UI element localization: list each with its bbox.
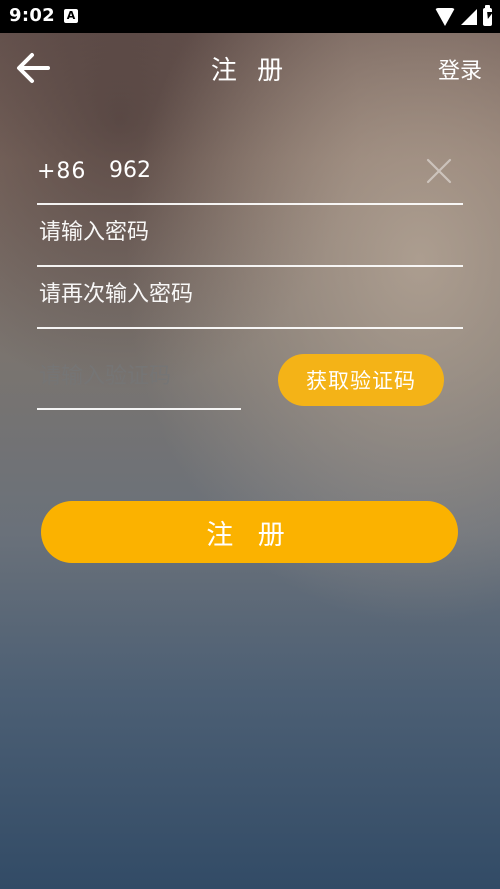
verification-code-input[interactable] [39,364,239,389]
back-button[interactable] [12,46,56,90]
login-link[interactable]: 登录 [438,53,482,85]
password-input[interactable] [39,220,439,245]
register-button[interactable]: 注 册 [41,501,458,563]
notification-a-icon: A [64,9,78,23]
password-field [37,205,463,267]
signal-icon [461,9,477,25]
arrow-left-icon [17,53,50,83]
confirm-password-input[interactable] [39,282,439,307]
page-title: 注 册 [210,56,290,86]
status-time: 9:02 [9,5,55,26]
phone-field: +86 [37,143,463,205]
status-bar: 9:02 A [0,0,500,33]
verification-code-field [37,350,241,410]
confirm-password-field [37,267,463,329]
clear-button[interactable] [425,157,453,185]
battery-icon [483,5,492,26]
phone-input[interactable] [109,158,409,183]
get-code-button[interactable]: 获取验证码 [278,354,444,406]
wifi-icon [435,8,455,26]
close-icon [426,158,452,184]
country-code[interactable]: +86 [37,159,86,184]
status-icons [435,5,492,28]
